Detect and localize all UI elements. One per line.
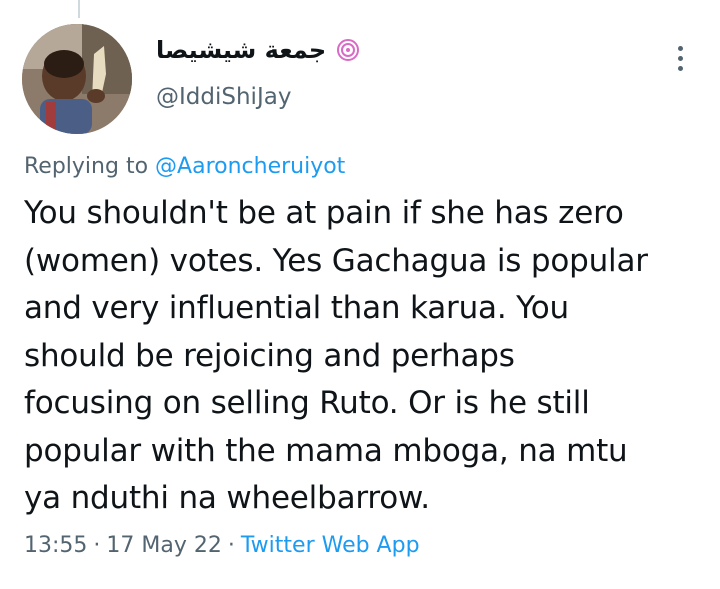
more-options-button[interactable] <box>664 38 696 78</box>
more-dot-icon <box>677 65 683 71</box>
more-dot-icon <box>677 45 683 51</box>
tweet-source-link[interactable]: Twitter Web App <box>241 533 420 558</box>
thread-connector-line <box>78 0 80 18</box>
avatar[interactable] <box>22 24 132 134</box>
reply-target-link[interactable]: @Aaroncheruiyot <box>155 154 345 179</box>
separator-dot: · <box>227 533 235 558</box>
separator-dot: · <box>93 533 101 558</box>
replying-to-label: Replying to <box>24 154 149 179</box>
cyclone-emoji-icon <box>336 38 360 62</box>
author-display-name[interactable]: جمعة شيشيصا <box>156 36 326 64</box>
author-name-row: جمعة شيشيصا <box>156 36 360 64</box>
tweet-body: You shouldn't be at pain if she has zero… <box>24 195 648 516</box>
replying-to-line: Replying to @Aaroncheruiyot <box>24 154 345 179</box>
tweet-date[interactable]: 17 May 22 <box>106 533 221 558</box>
author-handle[interactable]: @IddiShiJay <box>156 84 291 110</box>
child-photo-avatar <box>22 24 132 134</box>
tweet-meta: 13:55 · 17 May 22 · Twitter Web App <box>24 533 420 558</box>
more-dot-icon <box>677 55 683 61</box>
tweet-time[interactable]: 13:55 <box>24 533 87 558</box>
